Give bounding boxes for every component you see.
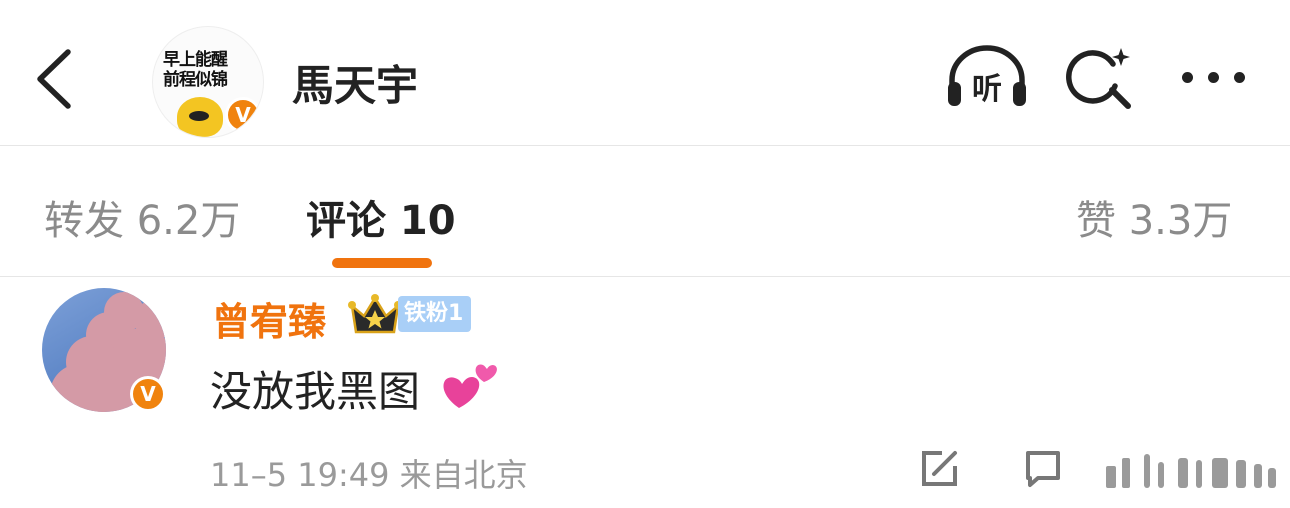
more-icon bbox=[1182, 72, 1193, 83]
header-divider bbox=[0, 145, 1290, 146]
more-button[interactable] bbox=[1178, 60, 1252, 96]
tabs-divider bbox=[0, 276, 1290, 277]
avatar-mascot bbox=[177, 97, 223, 137]
hearts-icon bbox=[443, 364, 497, 408]
listen-button[interactable]: 听 bbox=[944, 44, 1030, 110]
tab-reposts[interactable]: 转发 6.2万 bbox=[44, 188, 240, 246]
comment-text: 没放我黑图 bbox=[210, 367, 421, 416]
commenter-name[interactable]: 曾宥臻 bbox=[212, 291, 326, 346]
back-icon bbox=[37, 49, 71, 109]
tab-likes[interactable]: 赞 3.3万 bbox=[1076, 188, 1232, 246]
search-icon bbox=[1066, 48, 1131, 109]
more-dot bbox=[1208, 72, 1219, 83]
listen-icon: 听 bbox=[948, 45, 1026, 107]
active-tab-indicator bbox=[332, 258, 432, 268]
comment-meta: 11–5 19:49 来自北京 bbox=[210, 456, 528, 494]
crown-icon bbox=[348, 294, 402, 334]
tab-comments[interactable]: 评论 10 bbox=[306, 188, 456, 246]
author-avatar[interactable]: 早上能醒 前程似锦 V bbox=[152, 26, 264, 138]
fan-badge: 铁粉1 bbox=[398, 296, 472, 332]
listen-label: 听 bbox=[972, 72, 1002, 107]
like-icon[interactable] bbox=[1100, 448, 1280, 490]
comment-icon[interactable] bbox=[1022, 448, 1064, 488]
verified-badge: V bbox=[225, 97, 261, 133]
page-title[interactable]: 馬天宇 bbox=[292, 52, 418, 113]
share-icon[interactable] bbox=[918, 448, 960, 490]
back-button[interactable] bbox=[28, 46, 88, 112]
search-button[interactable] bbox=[1066, 44, 1134, 112]
avatar-text-line2: 前程似锦 bbox=[163, 70, 228, 90]
more-dot bbox=[1234, 72, 1245, 83]
commenter-verified-badge: V bbox=[130, 376, 166, 412]
